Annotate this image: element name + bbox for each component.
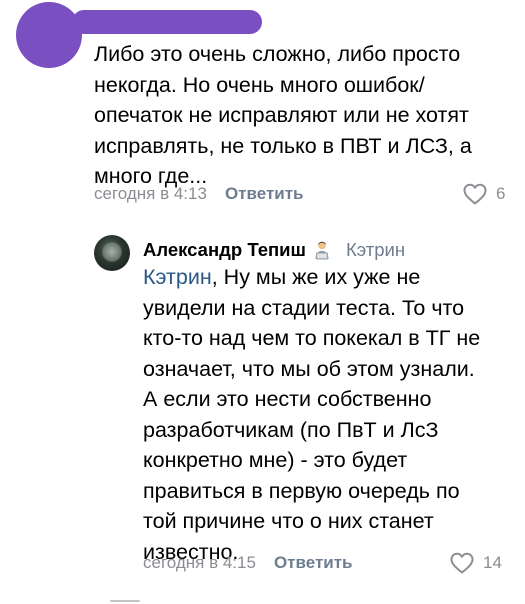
like-button[interactable]: 6: [462, 182, 505, 206]
avatar[interactable]: [94, 235, 130, 271]
like-count: 6: [496, 184, 506, 203]
heart-outline-icon: [450, 552, 474, 574]
redacted-author-name: [72, 10, 262, 34]
redacted-avatar: [16, 2, 82, 68]
reply-to-user[interactable]: Кэтрин: [346, 238, 405, 262]
heart-outline-icon: [463, 183, 487, 205]
reply-button[interactable]: Ответить: [225, 184, 304, 204]
mention-link[interactable]: Кэтрин: [143, 265, 212, 289]
comment-meta: сегодня в 4:13 Ответить: [94, 184, 304, 204]
like-count: 14: [483, 553, 502, 572]
comment-body: , Ну мы же их уже не увидели на стадии т…: [143, 265, 481, 564]
comment-timestamp: сегодня в 4:13: [94, 184, 207, 203]
comment-text: Кэтрин, Ну мы же их уже не увидели на ст…: [143, 262, 518, 567]
comment-meta: сегодня в 4:15 Ответить: [143, 553, 353, 573]
reply-button[interactable]: Ответить: [274, 553, 353, 573]
like-button[interactable]: 14: [449, 551, 502, 575]
comment-header: Александр Тепиш Кэтрин: [143, 238, 405, 262]
comment-timestamp: сегодня в 4:15: [143, 553, 256, 572]
comment-text: Либо это очень сложно, либо просто неког…: [94, 42, 472, 188]
author-name[interactable]: Александр Тепиш: [143, 238, 306, 262]
next-comment-fragment: [110, 600, 140, 602]
technologist-emoji-icon: [315, 241, 329, 260]
